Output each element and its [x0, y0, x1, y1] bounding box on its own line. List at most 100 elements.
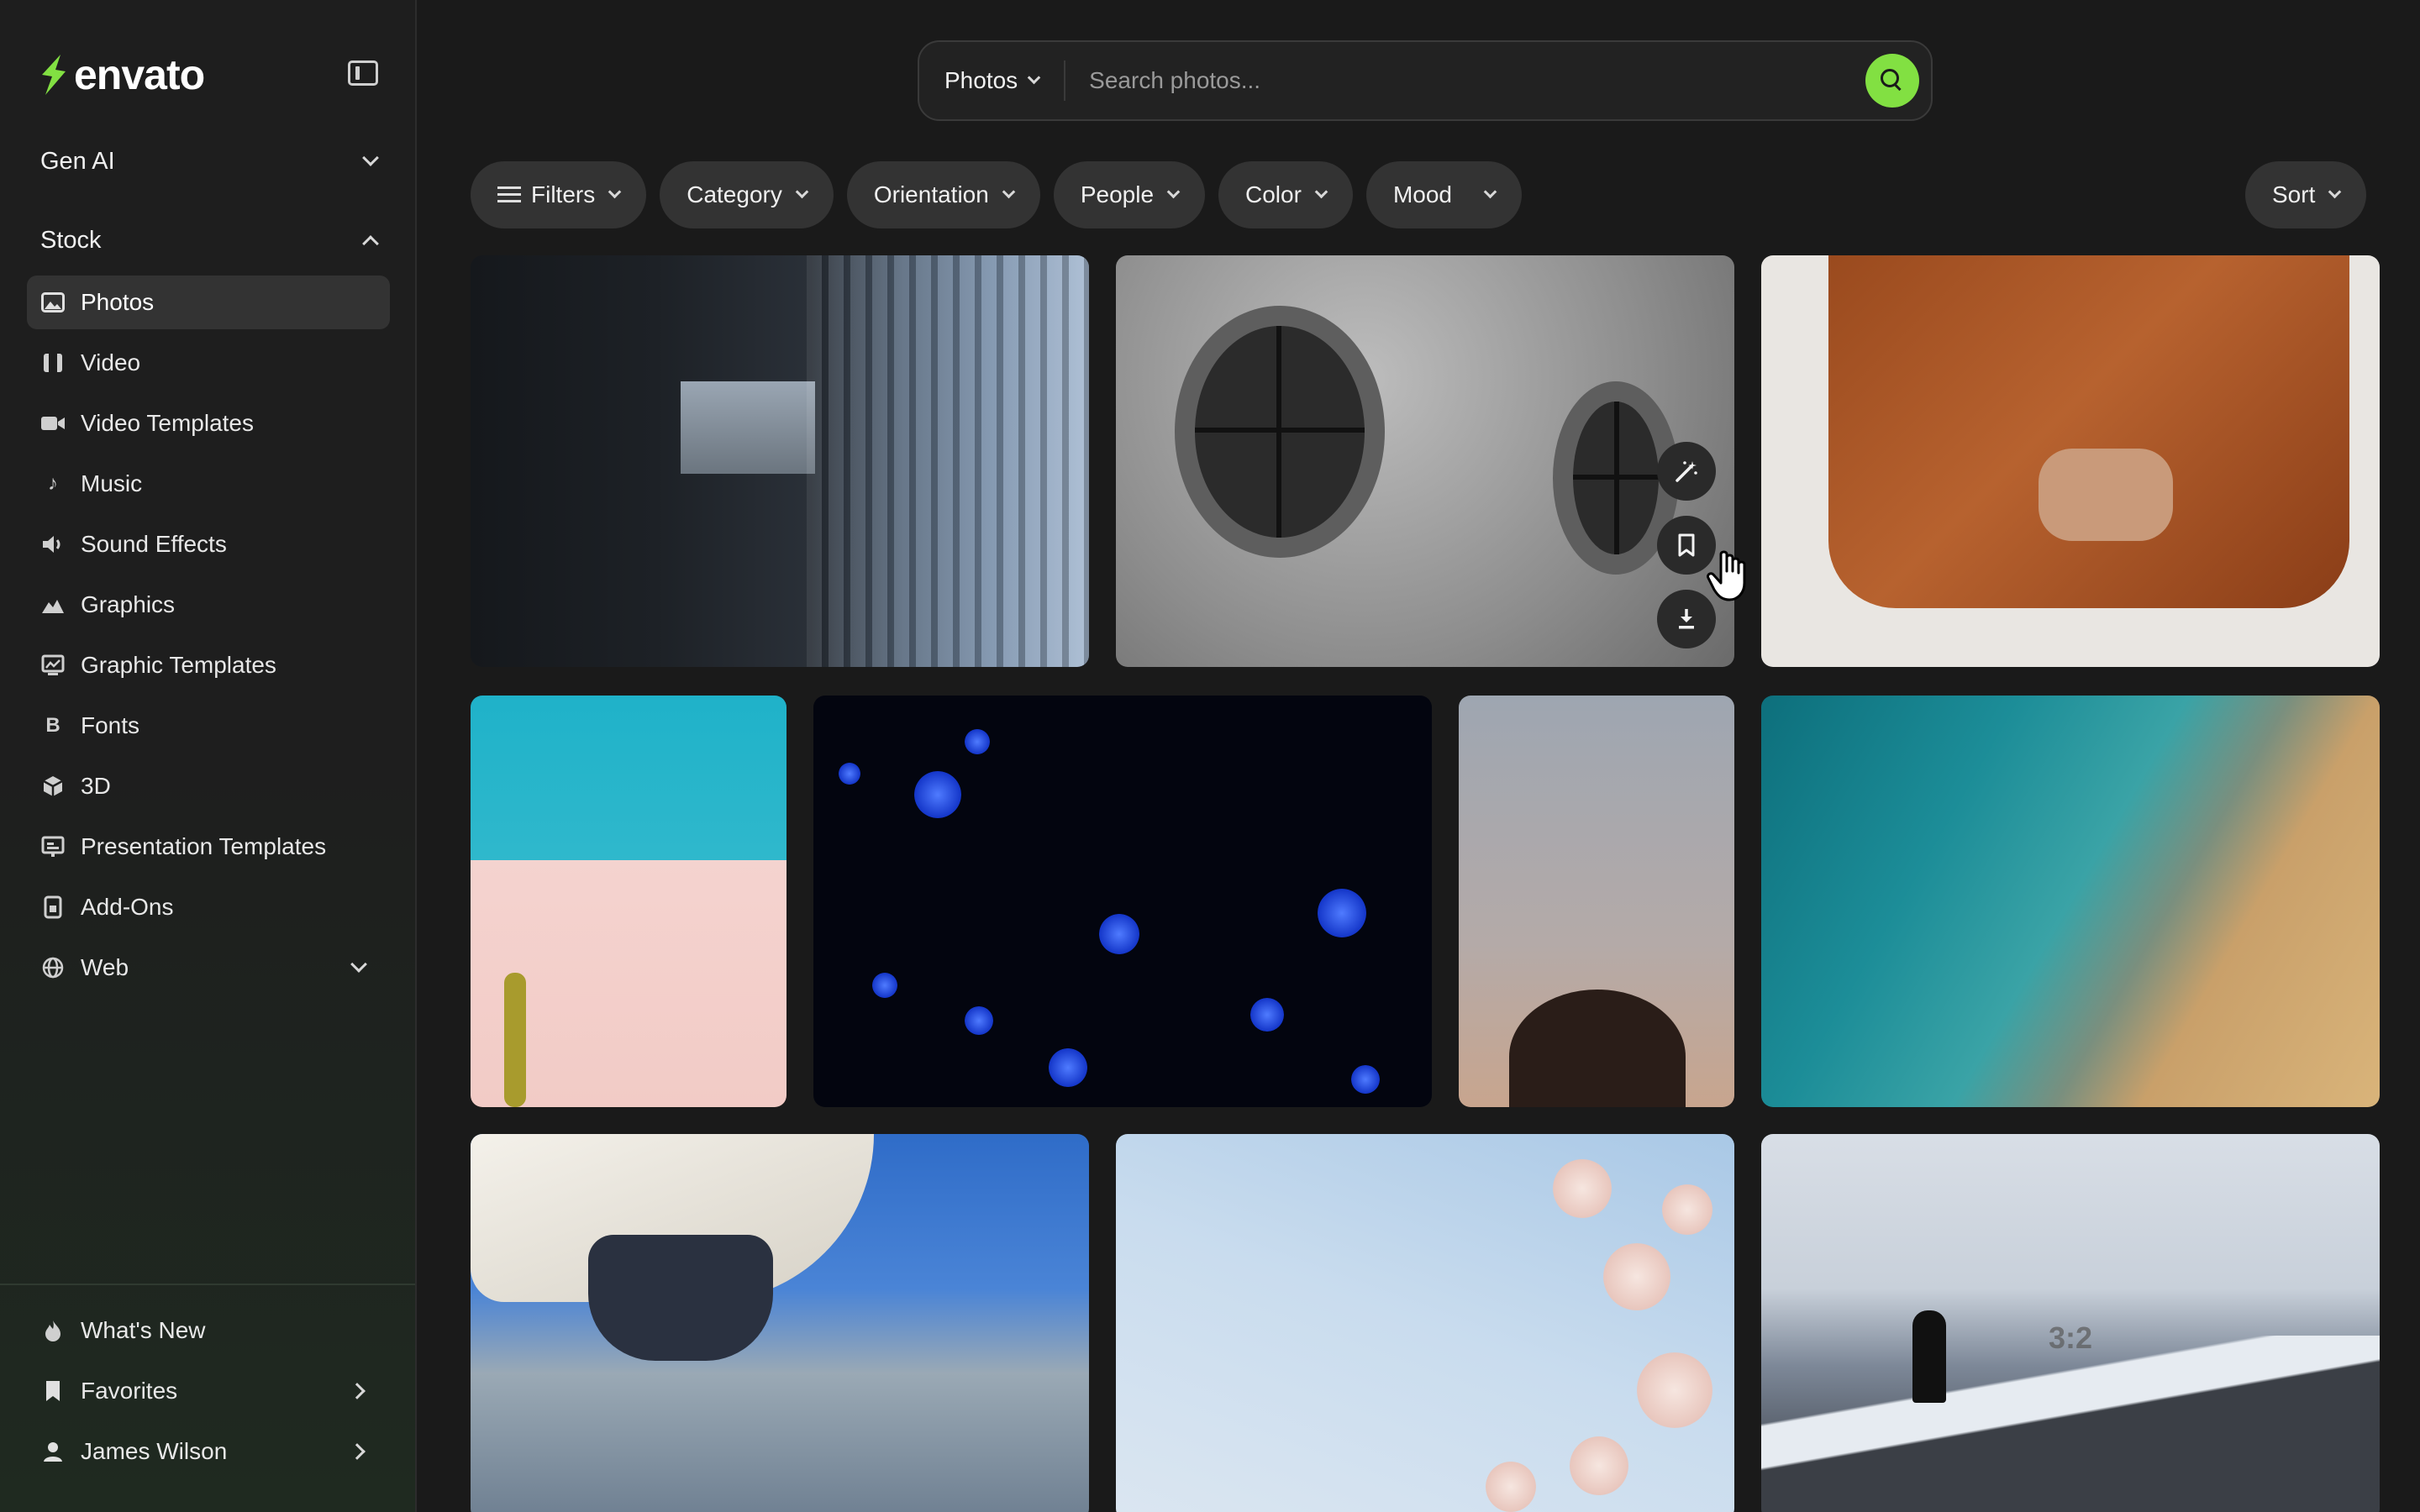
photo-card[interactable] [813, 696, 1432, 1107]
bookmark-icon [40, 1378, 66, 1404]
sidebar-item-label: Fonts [81, 712, 140, 738]
sort-label: Sort [2272, 181, 2316, 207]
sidebar-item-music[interactable]: ♪ Music [27, 457, 390, 511]
image-icon [40, 290, 66, 315]
font-b-icon: B [45, 714, 60, 737]
filters-button[interactable]: Filters [471, 161, 647, 228]
photo-detail [1318, 889, 1366, 937]
sidebar-item-3d[interactable]: 3D [27, 759, 390, 813]
sidebar-item-account[interactable]: James Wilson [27, 1425, 388, 1478]
sidebar-item-fonts[interactable]: B Fonts [27, 699, 390, 753]
photo-card[interactable] [1116, 1134, 1734, 1512]
sidebar-item-sound-effects[interactable]: Sound Effects [27, 517, 390, 571]
photo-card[interactable] [1761, 255, 2380, 667]
landscape-icon [40, 592, 66, 617]
photo-detail [1250, 998, 1284, 1032]
chevron-right-icon [349, 1383, 366, 1399]
sidebar-item-presentation-templates[interactable]: Presentation Templates [27, 820, 390, 874]
photo-card[interactable] [471, 255, 1089, 667]
sort-button[interactable]: Sort [2245, 161, 2367, 228]
aspect-ratio-label: 3:2 [2049, 1320, 2093, 1355]
sidebar-item-label: Sound Effects [81, 531, 227, 557]
filter-bar: Filters Category Orientation People Colo… [471, 161, 1522, 228]
sidebar-item-graphics[interactable]: Graphics [27, 578, 390, 632]
photo-card[interactable] [1459, 696, 1734, 1107]
people-filter[interactable]: People [1053, 161, 1206, 228]
section-stock-label: Stock [40, 226, 102, 254]
sliders-icon [497, 185, 521, 205]
envato-logo[interactable]: envato [39, 50, 205, 99]
ai-edit-button[interactable] [1657, 442, 1716, 501]
sidebar-item-label: Favorites [81, 1378, 178, 1404]
globe-icon [40, 955, 66, 980]
photo-card[interactable] [1761, 696, 2380, 1107]
envato-leaf-icon [42, 55, 66, 95]
chip-label: Orientation [873, 181, 989, 207]
bookmark-icon [1678, 533, 1695, 557]
sidebar-item-label: What's New [81, 1317, 206, 1343]
chevron-down-icon [2328, 185, 2342, 198]
chip-label: Mood [1392, 181, 1452, 207]
chevron-down-icon [362, 150, 379, 166]
chevron-down-icon [1314, 185, 1328, 198]
sidebar-item-label: Graphic Templates [81, 652, 276, 678]
chevron-down-icon [1002, 185, 1016, 198]
photo-detail [872, 973, 897, 998]
photo-detail [1099, 914, 1139, 954]
orientation-filter[interactable]: Orientation [846, 161, 1040, 228]
section-gen-ai[interactable]: Gen AI [40, 143, 379, 180]
music-note-icon: ♪ [48, 472, 58, 495]
sidebar-item-label: Presentation Templates [81, 833, 327, 859]
sidebar-item-video[interactable]: Video [27, 336, 390, 390]
sidebar-item-label: James Wilson [81, 1438, 228, 1464]
photo-detail [1603, 1243, 1670, 1310]
photo-detail [1570, 1436, 1628, 1495]
sidebar-item-label: Video [81, 349, 141, 375]
sidebar-footer: What's New Favorites James Wilson [0, 1284, 415, 1485]
mood-filter[interactable]: Mood [1365, 161, 1522, 228]
sidebar-item-whats-new[interactable]: What's New [27, 1304, 388, 1357]
sidebar-item-photos[interactable]: Photos [27, 276, 390, 329]
photo-card[interactable] [471, 1134, 1089, 1512]
sidebar-item-label: Music [81, 470, 143, 496]
cube-icon [40, 774, 66, 799]
sidebar-item-label: Add-Ons [81, 894, 174, 920]
add-on-icon [40, 895, 66, 920]
film-icon [40, 350, 66, 375]
chevron-down-icon [350, 956, 367, 973]
chevron-up-icon [362, 235, 379, 252]
video-camera-icon [40, 411, 66, 436]
photo-detail [1486, 1462, 1536, 1512]
speaker-icon [40, 532, 66, 557]
flame-icon [40, 1318, 66, 1343]
section-stock[interactable]: Stock [40, 222, 379, 259]
template-icon [40, 653, 66, 678]
chevron-down-icon [795, 185, 809, 198]
sidebar-item-graphic-templates[interactable]: Graphic Templates [27, 638, 390, 692]
photo-card[interactable] [471, 696, 786, 1107]
chip-label: Color [1245, 181, 1302, 207]
color-filter[interactable]: Color [1218, 161, 1353, 228]
photo-card[interactable] [1116, 255, 1734, 667]
search-type-select[interactable]: Photos [919, 60, 1066, 101]
download-icon [1679, 609, 1694, 629]
category-filter[interactable]: Category [660, 161, 834, 228]
photo-detail [965, 729, 990, 754]
sidebar-item-label: Web [81, 954, 129, 980]
search-icon-handle [1893, 82, 1902, 92]
photo-detail [1351, 1065, 1380, 1094]
sidebar-collapse-icon[interactable] [348, 60, 378, 86]
sidebar-item-add-ons[interactable]: Add-Ons [27, 880, 390, 934]
chevron-right-icon [349, 1443, 366, 1460]
sidebar-item-video-templates[interactable]: Video Templates [27, 396, 390, 450]
photo-detail [2039, 449, 2173, 541]
sidebar-item-label: Photos [81, 289, 155, 315]
search-button[interactable] [1865, 54, 1919, 108]
sidebar-item-favorites[interactable]: Favorites [27, 1364, 388, 1418]
search-input[interactable] [1065, 67, 1865, 94]
hand-cursor-icon [1706, 549, 1753, 616]
photo-detail [914, 771, 961, 818]
search-bar: Photos [918, 40, 1933, 121]
photo-detail [1761, 1336, 2380, 1512]
sidebar-item-web[interactable]: Web [27, 941, 390, 995]
